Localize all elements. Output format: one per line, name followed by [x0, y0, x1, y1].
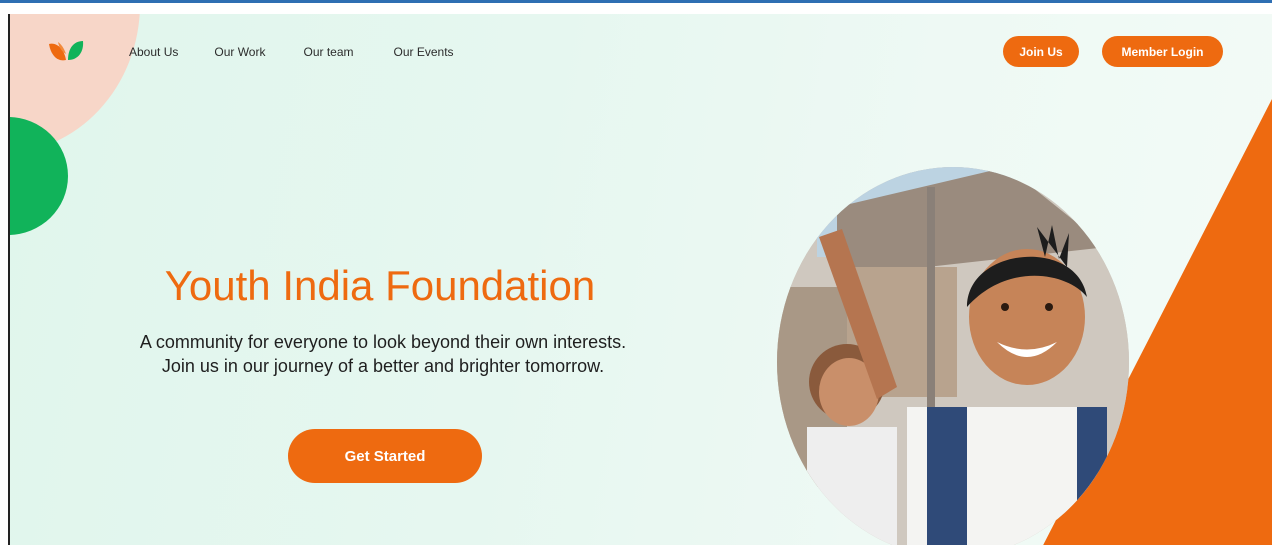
browser-top-border: [0, 0, 1272, 3]
nav-our-events[interactable]: Our Events: [394, 45, 454, 59]
get-started-button[interactable]: Get Started: [288, 429, 482, 483]
hero-title: Youth India Foundation: [164, 262, 596, 309]
nav-our-team[interactable]: Our team: [303, 45, 353, 59]
hero-subtitle: A community for everyone to look beyond …: [139, 332, 627, 376]
leaf-logo-icon[interactable]: [46, 36, 86, 66]
nav-our-work[interactable]: Our Work: [214, 45, 265, 59]
hero-photo-illustration: [777, 167, 1129, 545]
main-navigation: About Us Our Work Our team Our Events: [129, 45, 454, 59]
hero-photo: [777, 167, 1129, 545]
member-login-button[interactable]: Member Login: [1102, 36, 1223, 67]
nav-about-us[interactable]: About Us: [129, 45, 178, 59]
landing-page: About Us Our Work Our team Our Events Jo…: [10, 14, 1272, 545]
join-us-button[interactable]: Join Us: [1003, 36, 1079, 67]
